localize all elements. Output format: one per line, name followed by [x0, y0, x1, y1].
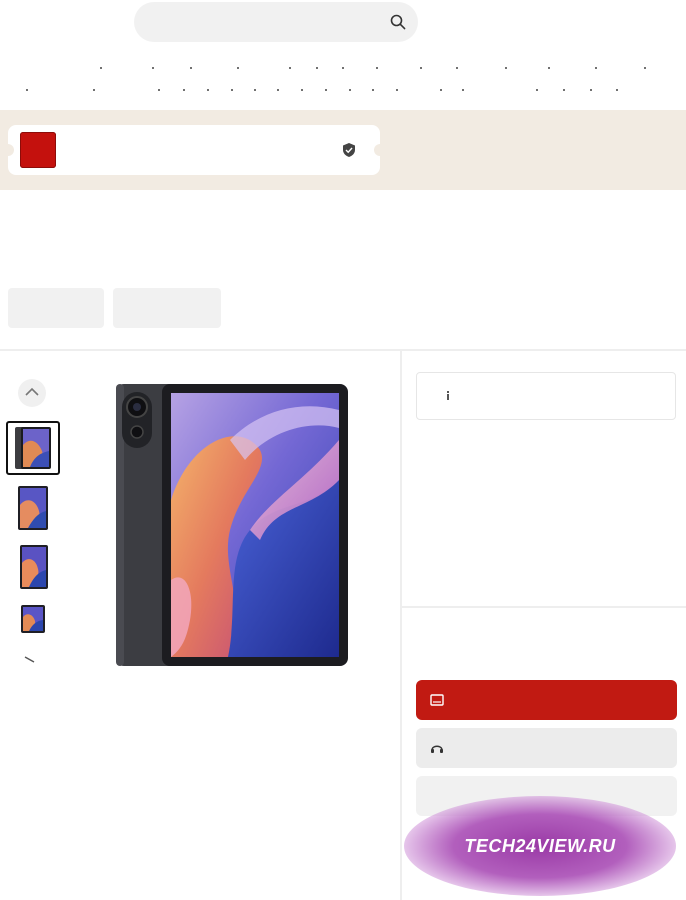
nav-item[interactable] [93, 89, 95, 91]
search-icon[interactable] [390, 14, 406, 30]
gallery-thumbnail[interactable] [6, 597, 60, 651]
cart-icon [430, 694, 444, 706]
section-divider [402, 606, 686, 608]
nav-item[interactable] [349, 89, 351, 91]
nav-item[interactable] [616, 89, 618, 91]
nav-item[interactable] [372, 89, 374, 91]
consult-button[interactable] [416, 728, 677, 768]
promo-badge [20, 132, 56, 168]
nav-item[interactable] [505, 67, 507, 69]
nav-item[interactable] [301, 89, 303, 91]
promo-coupon[interactable] [2, 125, 386, 175]
watermark: TECH24VIEW.RU [404, 796, 676, 896]
nav-item[interactable] [190, 67, 192, 69]
nav-item[interactable] [590, 89, 592, 91]
coupon-notch [2, 144, 14, 156]
thumbnail-scroll-up-button[interactable] [18, 379, 46, 407]
shield-icon [343, 143, 355, 157]
info-icon [447, 391, 449, 400]
filter-chip[interactable] [113, 288, 221, 328]
filter-chip[interactable] [8, 288, 104, 328]
chevron-up-icon [25, 387, 39, 396]
gallery-thumbnail[interactable] [6, 421, 60, 475]
nav-item[interactable] [316, 67, 318, 69]
nav-item[interactable] [26, 89, 28, 91]
category-nav-secondary [0, 86, 686, 96]
promo-banner [0, 110, 686, 190]
chat-icon [431, 745, 443, 753]
nav-item[interactable] [644, 67, 646, 69]
nav-item[interactable] [536, 89, 538, 91]
nav-item[interactable] [158, 89, 160, 91]
nav-item[interactable] [396, 89, 398, 91]
nav-item[interactable] [207, 89, 209, 91]
nav-item[interactable] [376, 67, 378, 69]
nav-item[interactable] [440, 89, 442, 91]
product-main-image[interactable] [110, 380, 352, 672]
nav-item[interactable] [289, 67, 291, 69]
gallery-thumbnail[interactable] [6, 541, 60, 595]
nav-item[interactable] [548, 67, 550, 69]
gallery-thumbnail[interactable] [6, 481, 60, 535]
nav-item[interactable] [595, 67, 597, 69]
nav-item[interactable] [456, 67, 458, 69]
chevron-down-icon[interactable] [22, 656, 38, 664]
product-option-selector[interactable] [416, 372, 676, 420]
nav-item[interactable] [462, 89, 464, 91]
nav-item[interactable] [325, 89, 327, 91]
nav-item[interactable] [563, 89, 565, 91]
nav-item[interactable] [231, 89, 233, 91]
section-divider [0, 349, 686, 351]
coupon-notch [374, 144, 386, 156]
nav-item[interactable] [100, 67, 102, 69]
nav-item[interactable] [183, 89, 185, 91]
nav-item[interactable] [237, 67, 239, 69]
nav-item[interactable] [342, 67, 344, 69]
nav-item[interactable] [152, 67, 154, 69]
nav-item[interactable] [254, 89, 256, 91]
search-input[interactable] [148, 2, 382, 44]
category-nav-primary [0, 64, 686, 74]
nav-item[interactable] [277, 89, 279, 91]
column-divider [400, 351, 402, 900]
buy-button[interactable] [416, 680, 677, 720]
watermark-text: TECH24VIEW.RU [464, 836, 616, 856]
search-bar[interactable] [134, 2, 418, 44]
nav-item[interactable] [420, 67, 422, 69]
